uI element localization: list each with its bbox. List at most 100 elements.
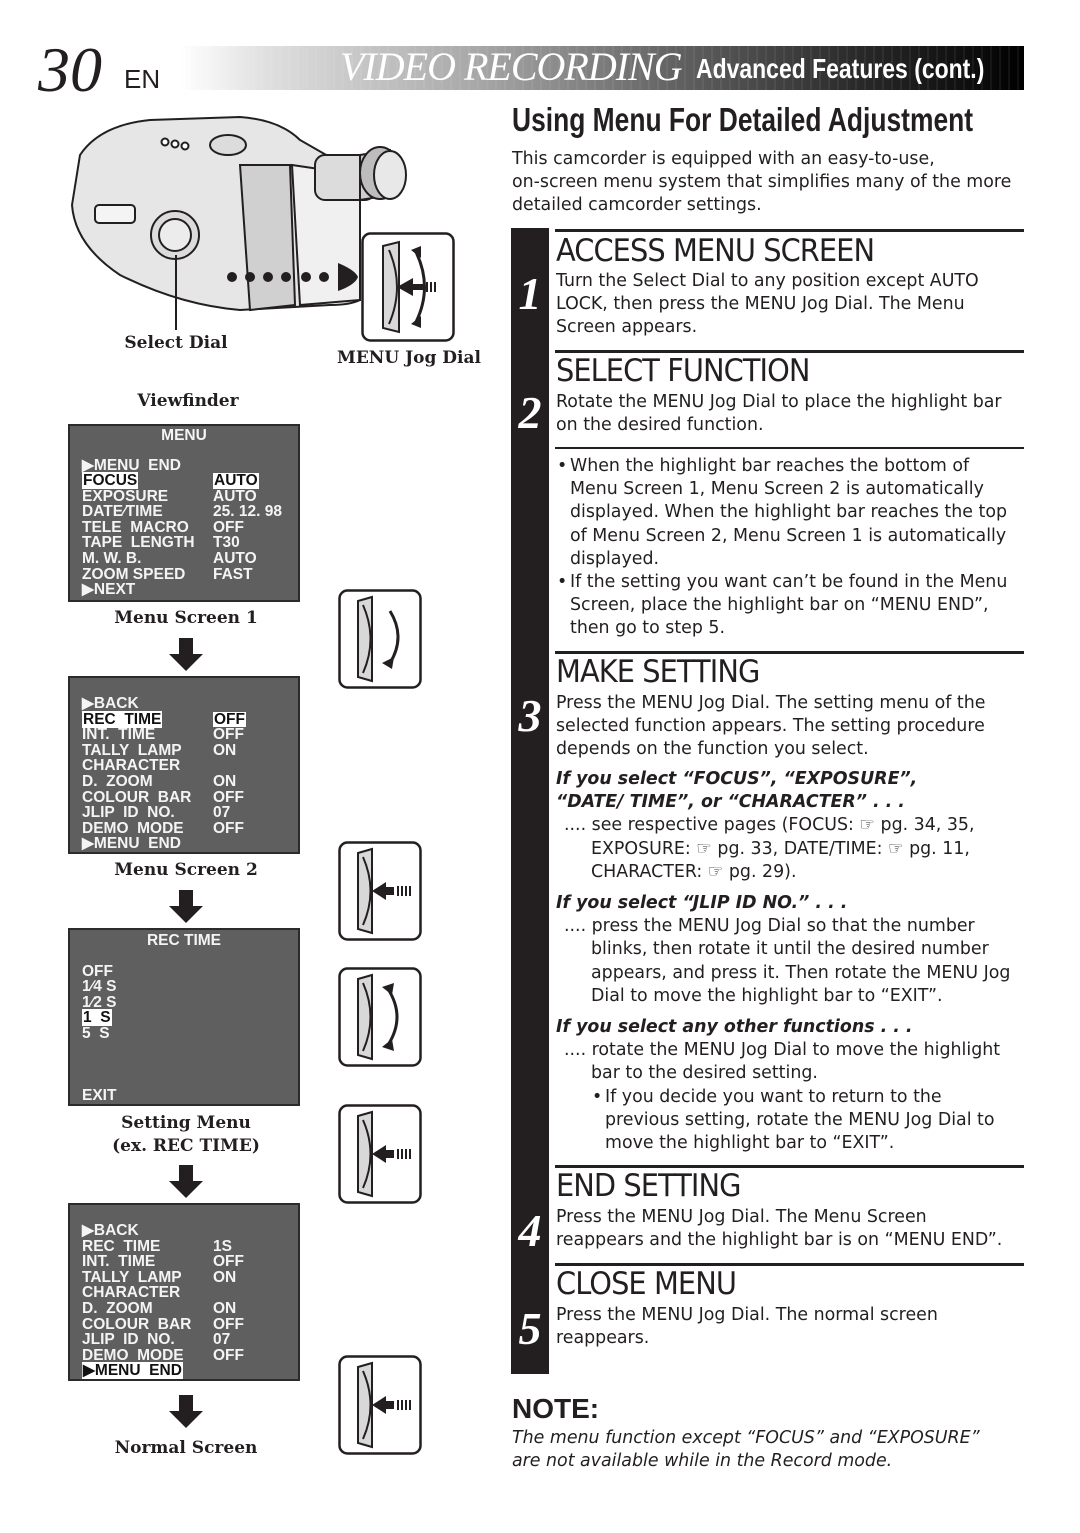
text-line: Press the MENU Jog Dial. The Menu Screen	[556, 1207, 927, 1227]
text-line: Screen appears.	[556, 317, 698, 338]
osd-row: EXPOSURE AUTO	[82, 487, 257, 505]
osd-option: 1∕2 S	[82, 993, 117, 1011]
case-title: If you select “FOCUS”, “EXPOSURE”,	[556, 769, 918, 789]
step-2-number: 2	[518, 387, 542, 438]
text-line: .... see respective pages (FOCUS: ☞ pg. …	[564, 815, 975, 836]
header-subtitle: Advanced Features (cont.)	[696, 53, 985, 84]
osd-option: 5 S	[82, 1024, 110, 1042]
menu-jog-dial-label: MENU Jog Dial	[337, 348, 481, 368]
osd-title: REC TIME	[146, 932, 222, 949]
menu-screen-2-caption: Menu Screen 2	[114, 860, 258, 880]
caption-line: (ex. REC TIME)	[112, 1136, 260, 1156]
osd-row: M. W. B. AUTO	[82, 550, 257, 568]
arrow-down-icon	[169, 890, 203, 923]
divider	[555, 447, 1024, 449]
osd-row: TALLY LAMP ON	[82, 741, 237, 759]
section-intro: This camcorder is equipped with an easy-…	[512, 148, 1011, 218]
divider	[555, 229, 1024, 232]
case-title: If you select any other functions . . .	[556, 1017, 913, 1037]
osd-row: D. ZOOM ON	[82, 1299, 237, 1317]
osd-row: COLOUR BAR OFF	[82, 1315, 244, 1333]
blinking-value: AUTO	[213, 472, 259, 490]
osd-row: REC TIME 1S	[82, 1237, 232, 1255]
caption-line: Setting Menu	[121, 1113, 251, 1133]
text-line: If the setting you want can’t be found i…	[570, 572, 1008, 593]
text-line: .... rotate the MENU Jog Dial to move th…	[564, 1040, 1001, 1061]
text-line: When the highlight bar reaches the botto…	[570, 456, 970, 476]
step-3-body: Press the MENU Jog Dial. The setting men…	[556, 692, 985, 762]
step-2-heading: SELECT FUNCTION	[556, 353, 810, 389]
step-1-heading: ACCESS MENU SCREEN	[556, 233, 875, 269]
text-line: selected function appears. The setting p…	[556, 716, 985, 737]
case-title: “DATE/ TIME”, or “CHARACTER” . . .	[556, 792, 905, 813]
dial-press-icon	[338, 1355, 422, 1455]
text-line: previous setting, rotate the MENU Jog Di…	[605, 1109, 995, 1130]
osd-row: INT. TIME OFF	[82, 726, 244, 744]
bullet-item: • When the highlight bar reaches the bot…	[557, 455, 1007, 571]
step-2-body: Rotate the MENU Jog Dial to place the hi…	[556, 391, 1002, 437]
note-heading: NOTE:	[512, 1393, 600, 1424]
viewfinder-label: Viewfinder	[137, 391, 239, 411]
text-line: LOCK, then press the MENU Jog Dial. The …	[556, 294, 965, 315]
text-line: The menu function except “FOCUS” and “EX…	[512, 1428, 980, 1448]
menu-screen-1: MENU ▶MENU END FOCUS AUTO EXPOSURE AUTO DA…	[68, 424, 300, 602]
osd-row: TALLY LAMP ON	[82, 1268, 237, 1286]
text-line: CHARACTER: ☞ pg. 29).	[591, 861, 797, 882]
bullet-item: • If you decide you want to return to th…	[592, 1086, 1000, 1156]
step-5-heading: CLOSE MENU	[556, 1266, 737, 1302]
text-line: Menu Screen 1, Menu Screen 2 is automati…	[570, 479, 984, 500]
menu-screen-1-caption: Menu Screen 1	[114, 608, 258, 628]
osd-row: JLIP ID NO. 07	[82, 804, 231, 822]
dial-rotate-down-icon	[338, 589, 422, 689]
text-line: appears, and press it. Then rotate the M…	[591, 962, 1011, 983]
menu-screen-returned: ▶BACK REC TIME 1S INT. TIME OFF TALLY LAMP…	[68, 1203, 300, 1381]
osd-row: TELE MACRO OFF	[82, 518, 244, 536]
osd-row: D. ZOOM ON	[82, 772, 237, 790]
dial-press-icon	[338, 841, 422, 941]
text-line: then go to step 5.	[570, 618, 726, 639]
osd-row: CHARACTER	[82, 1284, 181, 1302]
text-line: bar to the desired setting.	[591, 1063, 818, 1084]
text-line: on-screen menu system that simplifies ma…	[512, 172, 1012, 193]
text-line: blinks, then rotate it until the desired…	[591, 939, 989, 960]
step-3-number: 3	[518, 690, 542, 741]
text-line: depends on the function you select.	[556, 739, 869, 760]
text-line: Press the MENU Jog Dial. The setting men…	[556, 693, 986, 713]
osd-row: CHARACTER	[82, 757, 181, 775]
osd-row: ▶MENU END	[82, 456, 181, 474]
text-line: displayed. When the highlight bar reache…	[570, 502, 1007, 523]
text-line: are not available while in the Record mo…	[512, 1451, 893, 1472]
osd-row: COLOUR BAR OFF	[82, 788, 244, 806]
osd-row: ZOOM SPEED FAST	[82, 565, 253, 583]
note-text: The menu function except “FOCUS” and “EX…	[512, 1427, 980, 1473]
text-line: This camcorder is equipped with an easy-…	[512, 149, 935, 169]
osd-row: ▶MENU END	[82, 835, 181, 853]
osd-row: ▶NEXT	[82, 581, 136, 599]
header-title: VIDEO RECORDING	[340, 44, 683, 89]
text-line: move the highlight bar to “EXIT”.	[605, 1133, 895, 1154]
text-line: reappears.	[556, 1328, 650, 1349]
osd-title: MENU	[161, 427, 207, 444]
step-4-body: Press the MENU Jog Dial. The Menu Screen…	[556, 1206, 1002, 1252]
case-other-functions: If you select any other functions . . . …	[556, 1016, 1000, 1155]
step-5-body: Press the MENU Jog Dial. The normal scre…	[556, 1304, 938, 1350]
osd-row-selected: REC TIME OFF	[82, 710, 246, 728]
text-line: Screen, place the highlight bar on “MENU…	[570, 595, 989, 616]
dial-rotate-both-icon	[338, 967, 422, 1067]
select-dial-label: Select Dial	[124, 333, 228, 353]
osd-row: ▶BACK	[82, 1222, 139, 1239]
step-4-number: 4	[518, 1205, 542, 1256]
step-1-number: 1	[518, 268, 542, 319]
section-title: Using Menu For Detailed Adjustment	[512, 101, 974, 138]
text-line: .... press the MENU Jog Dial so that the…	[564, 916, 975, 937]
text-line: displayed.	[570, 548, 660, 569]
arrow-down-icon	[169, 1395, 203, 1428]
osd-exit: EXIT	[82, 1087, 117, 1104]
text-line: reappears and the highlight bar is on “M…	[556, 1230, 1003, 1251]
step-5-number: 5	[518, 1303, 542, 1354]
setting-menu-screen: REC TIME OFF 1∕4 S 1∕2 S 1 S 5 S EXIT	[68, 928, 300, 1106]
dial-press-icon	[338, 1104, 422, 1204]
text-line: Dial to move the highlight bar to “EXIT”…	[591, 985, 943, 1006]
text-line: EXPOSURE: ☞ pg. 33, DATE/TIME: ☞ pg. 11,	[591, 838, 970, 859]
case-jlip-id: If you select “JLIP ID NO.” . . . .... p…	[556, 892, 1010, 1008]
